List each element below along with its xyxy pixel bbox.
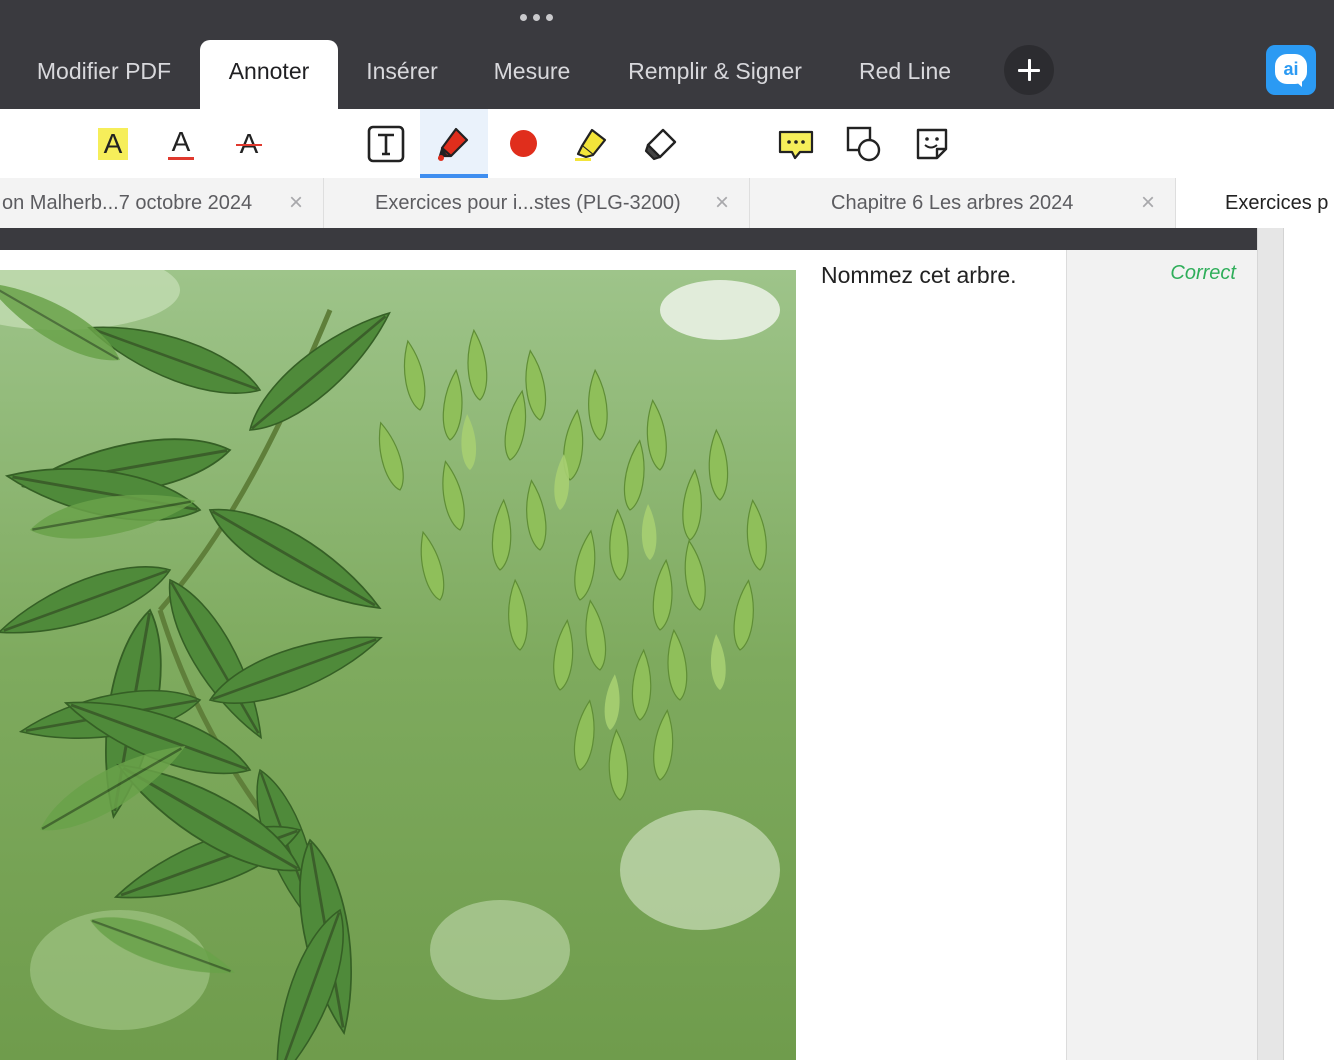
strikethrough-text-tool[interactable]: A [215,109,283,178]
underline-text-tool[interactable]: A [147,109,215,178]
ai-icon: ai [1275,54,1307,84]
eraser-tool[interactable] [626,109,694,178]
pen-tool[interactable] [420,109,488,178]
underline-text-icon: A [167,127,195,160]
doc-tab-active[interactable]: Exercices p [1176,178,1334,228]
tab-inserer[interactable]: Insérer [346,40,458,109]
eraser-icon [644,128,677,160]
page-separator [0,228,1257,250]
document-tab-bar: on Malherb...7 octobre 2024 × Exercices … [0,178,1334,229]
doc-tab[interactable]: on Malherb...7 octobre 2024 × [0,178,324,228]
tab-annoter[interactable]: Annoter [200,40,338,109]
answer-column: Correct [1066,250,1258,1060]
top-tab-bar: Modifier PDF Annoter Insérer Mesure Remp… [0,0,1334,109]
doc-tab-title: Exercices p [1225,192,1329,214]
ai-assistant-button[interactable]: ai [1266,45,1316,95]
text-box-tool[interactable] [352,109,420,178]
doc-tab[interactable]: Chapitre 6 Les arbres 2024 × [750,178,1176,228]
sticker-icon [916,128,948,159]
highlighter-tool[interactable] [558,109,626,178]
close-tab-icon[interactable]: × [715,178,729,228]
tab-remplir-signer[interactable]: Remplir & Signer [606,40,824,109]
shapes-tool[interactable] [830,109,898,178]
question-text: Nommez cet arbre. [821,262,1017,288]
color-picker[interactable] [489,109,557,178]
color-dot-icon [509,130,537,157]
doc-tab-title: on Malherb...7 octobre 2024 [2,192,253,214]
tree-photo [0,270,796,1060]
comment-tool[interactable] [762,109,830,178]
close-tab-icon[interactable]: × [289,178,303,228]
strikethrough-text-icon: A [235,129,263,158]
doc-tab[interactable]: Exercices pour i...stes (PLG-3200) × [324,178,750,228]
answer-text: Correct [1170,262,1236,284]
highlight-text-icon: A [97,127,129,160]
doc-tab-title: Chapitre 6 Les arbres 2024 [831,192,1074,214]
annotation-toolbar: A A A [0,109,1334,178]
sticker-tool[interactable] [898,109,966,178]
doc-tab-title: Exercices pour i...stes (PLG-3200) [375,192,681,214]
text-box-icon [367,125,405,162]
shapes-icon [846,126,881,161]
tab-red-line[interactable]: Red Line [840,40,970,109]
close-tab-icon[interactable]: × [1141,178,1155,228]
pen-icon [437,127,469,161]
tab-modifier-pdf[interactable]: Modifier PDF [14,40,194,109]
highlight-text-tool[interactable]: A [79,109,147,178]
window-handle-dots[interactable] [516,14,556,24]
tab-mesure[interactable]: Mesure [472,40,592,109]
comment-icon [778,130,814,159]
next-pdf-page[interactable] [1283,228,1334,1060]
add-tab-button[interactable] [1004,45,1054,95]
highlighter-icon [575,128,607,161]
page-gutter [1257,228,1284,1060]
